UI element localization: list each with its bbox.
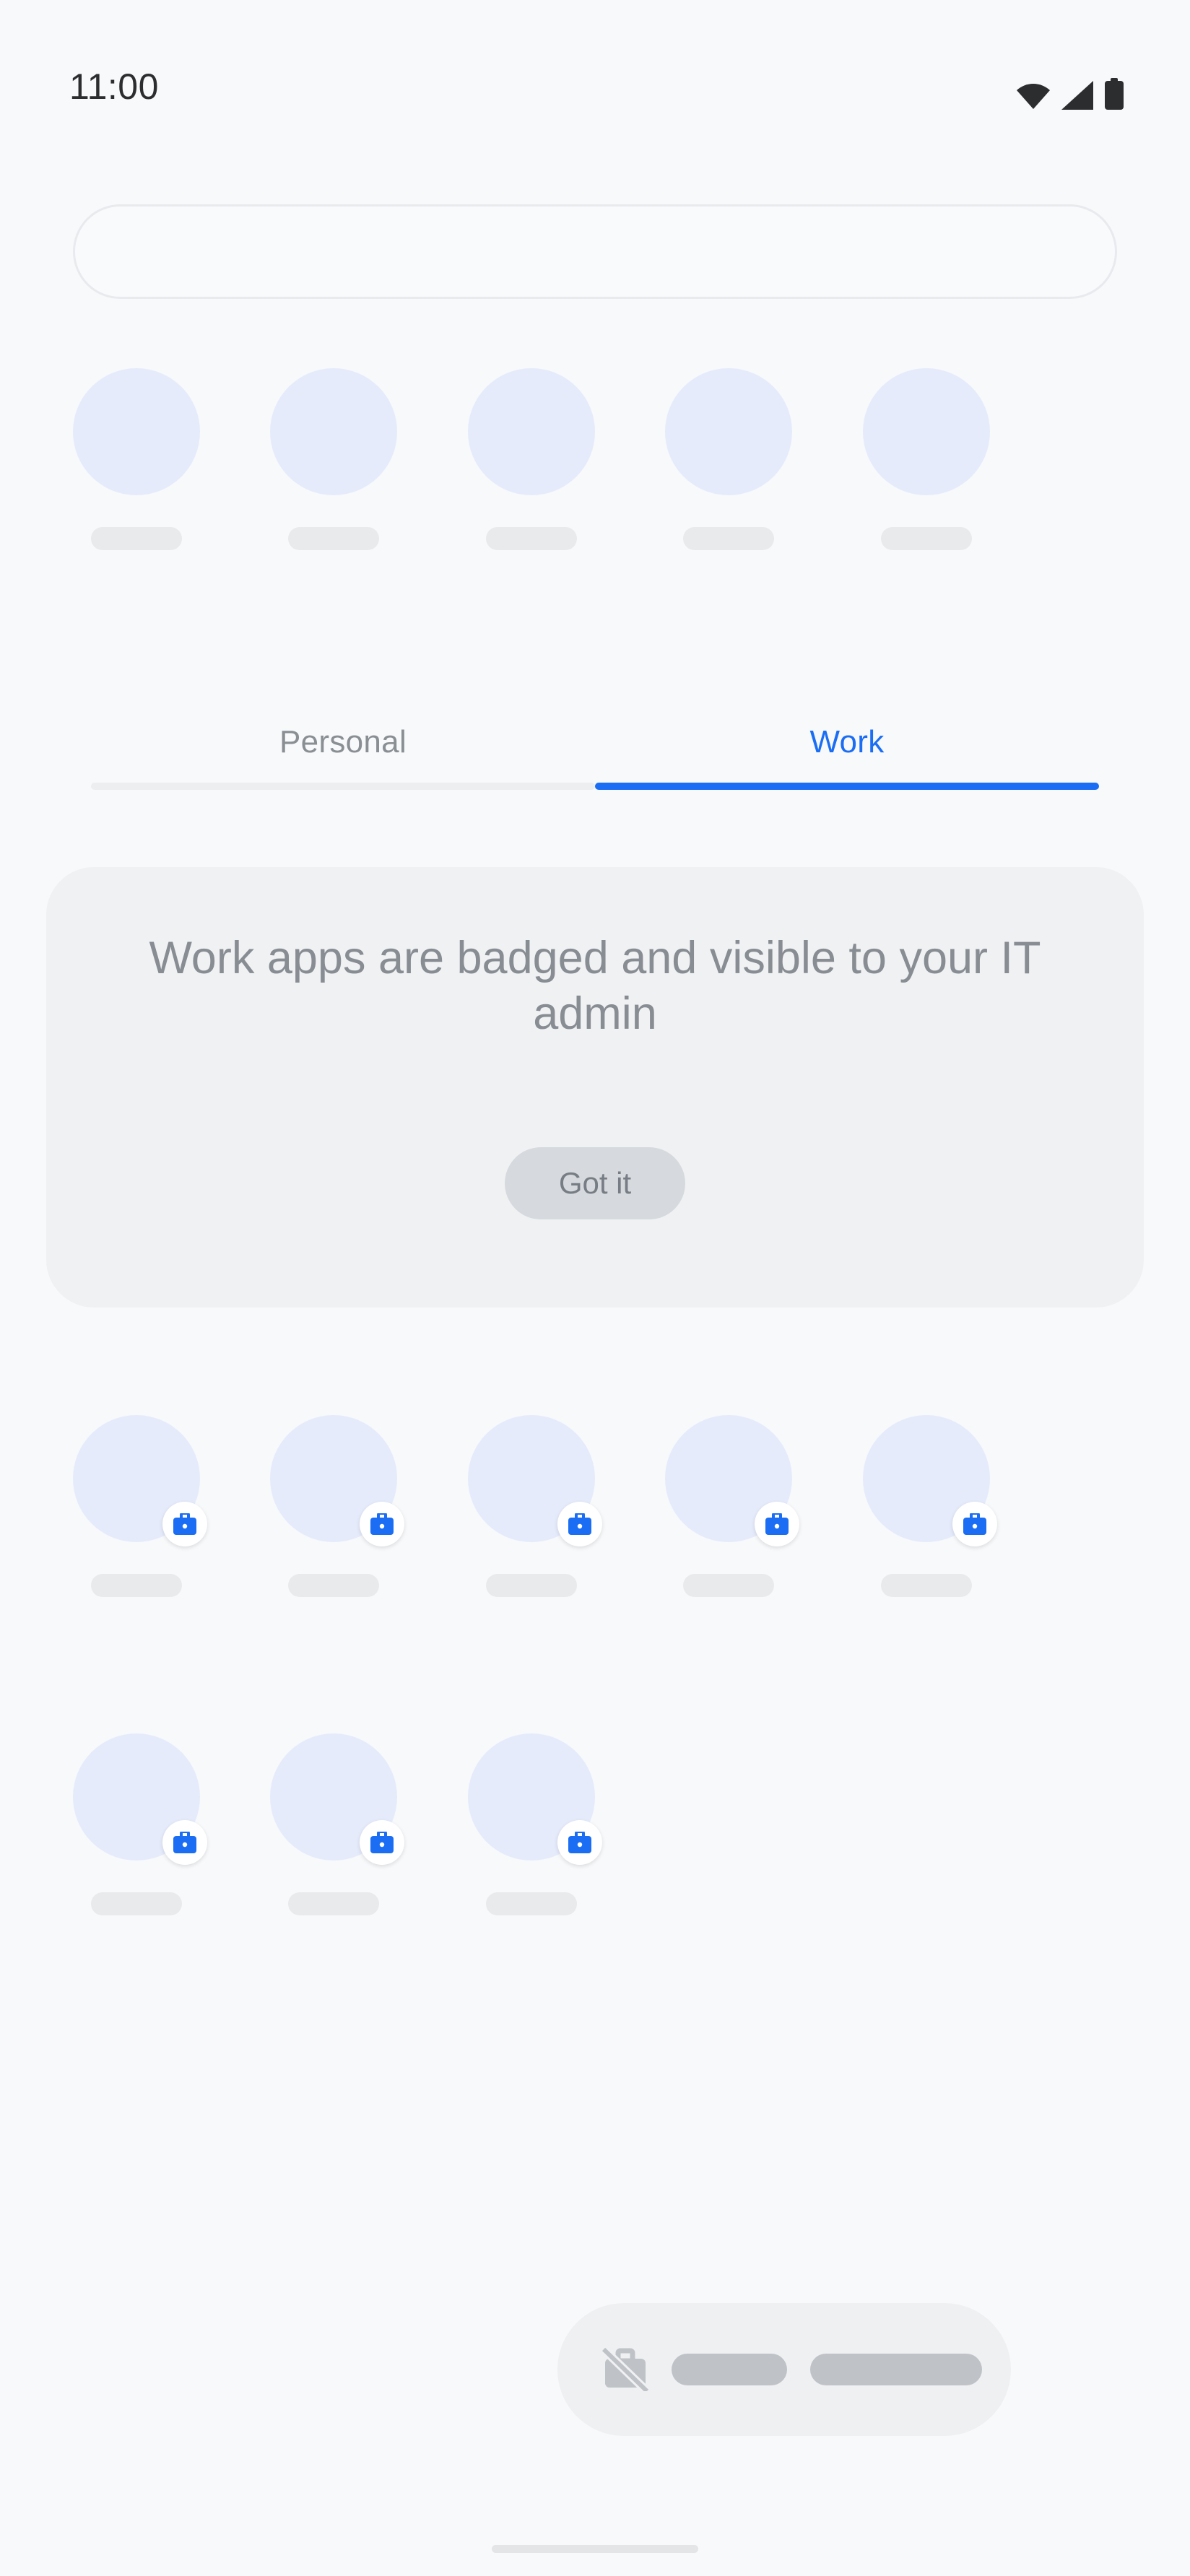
app-label-placeholder (683, 1574, 774, 1597)
work-briefcase-badge-icon (360, 1502, 404, 1546)
work-apps-row-1 (0, 1415, 1190, 1632)
work-briefcase-badge-icon (162, 1820, 207, 1865)
app-item[interactable] (665, 368, 792, 550)
work-app-item[interactable] (73, 1415, 207, 1597)
app-item[interactable] (270, 368, 397, 550)
app-label-placeholder (288, 1892, 379, 1915)
work-briefcase-badge-icon (557, 1502, 602, 1546)
profile-tabs: Personal Work (91, 702, 1099, 801)
status-bar: 11:00 (0, 0, 1190, 123)
app-icon-placeholder (468, 368, 595, 495)
work-status-label-placeholder (810, 2354, 982, 2385)
app-label-placeholder (91, 527, 182, 550)
app-label-placeholder (683, 527, 774, 550)
work-briefcase-badge-icon (952, 1502, 997, 1546)
home-indicator[interactable] (492, 2545, 698, 2553)
app-label-placeholder (91, 1574, 182, 1597)
tab-track (91, 783, 595, 790)
work-toggle-label-placeholder (672, 2354, 787, 2385)
search-input[interactable] (73, 204, 1117, 299)
app-icon-wrapper (468, 1733, 602, 1865)
app-icon-wrapper (73, 368, 200, 495)
work-app-item[interactable] (270, 1415, 404, 1597)
app-label-placeholder (881, 527, 972, 550)
tab-personal[interactable]: Personal (91, 702, 595, 783)
work-app-item[interactable] (863, 1415, 997, 1597)
work-apps-row-2 (0, 1733, 1190, 1950)
app-label-placeholder (288, 527, 379, 550)
app-icon-placeholder (863, 368, 990, 495)
app-item[interactable] (468, 368, 595, 550)
app-icon-wrapper (270, 1415, 404, 1546)
cell-signal-icon (1061, 81, 1093, 110)
got-it-button[interactable]: Got it (505, 1147, 685, 1219)
work-app-item[interactable] (468, 1415, 602, 1597)
app-label-placeholder (486, 527, 577, 550)
status-bar-clock: 11:00 (69, 66, 159, 107)
app-icon-placeholder (73, 368, 200, 495)
app-label-placeholder (91, 1892, 182, 1915)
predicted-apps-row (0, 368, 1190, 585)
app-icon-wrapper (863, 368, 990, 495)
app-icon-wrapper (73, 1733, 207, 1865)
app-icon-placeholder (270, 368, 397, 495)
app-label-placeholder (486, 1892, 577, 1915)
app-icon-placeholder (665, 368, 792, 495)
app-icon-wrapper (468, 368, 595, 495)
app-icon-wrapper (270, 1733, 404, 1865)
work-profile-info-card: Work apps are badged and visible to your… (46, 867, 1144, 1307)
app-label-placeholder (881, 1574, 972, 1597)
work-briefcase-badge-icon (755, 1502, 799, 1546)
app-icon-wrapper (863, 1415, 997, 1546)
info-card-message: Work apps are badged and visible to your… (149, 933, 1041, 1039)
status-bar-icons (1017, 66, 1124, 110)
tab-active-indicator (595, 783, 1099, 790)
tab-work[interactable]: Work (595, 702, 1099, 783)
work-briefcase-badge-icon (557, 1820, 602, 1865)
work-app-item[interactable] (73, 1733, 207, 1915)
app-item[interactable] (73, 368, 200, 550)
work-app-item[interactable] (468, 1733, 602, 1915)
wifi-icon (1017, 84, 1050, 109)
app-label-placeholder (288, 1574, 379, 1597)
work-profile-toggle-bar[interactable] (557, 2303, 1011, 2436)
app-icon-wrapper (73, 1415, 207, 1546)
work-app-item[interactable] (270, 1733, 404, 1915)
app-icon-wrapper (665, 368, 792, 495)
work-profile-off-icon (602, 2348, 648, 2391)
app-icon-wrapper (468, 1415, 602, 1546)
work-app-item[interactable] (665, 1415, 799, 1597)
work-briefcase-badge-icon (162, 1502, 207, 1546)
app-label-placeholder (486, 1574, 577, 1597)
app-item[interactable] (863, 368, 990, 550)
app-icon-wrapper (270, 368, 397, 495)
work-briefcase-badge-icon (360, 1820, 404, 1865)
battery-icon (1105, 78, 1124, 110)
app-icon-wrapper (665, 1415, 799, 1546)
